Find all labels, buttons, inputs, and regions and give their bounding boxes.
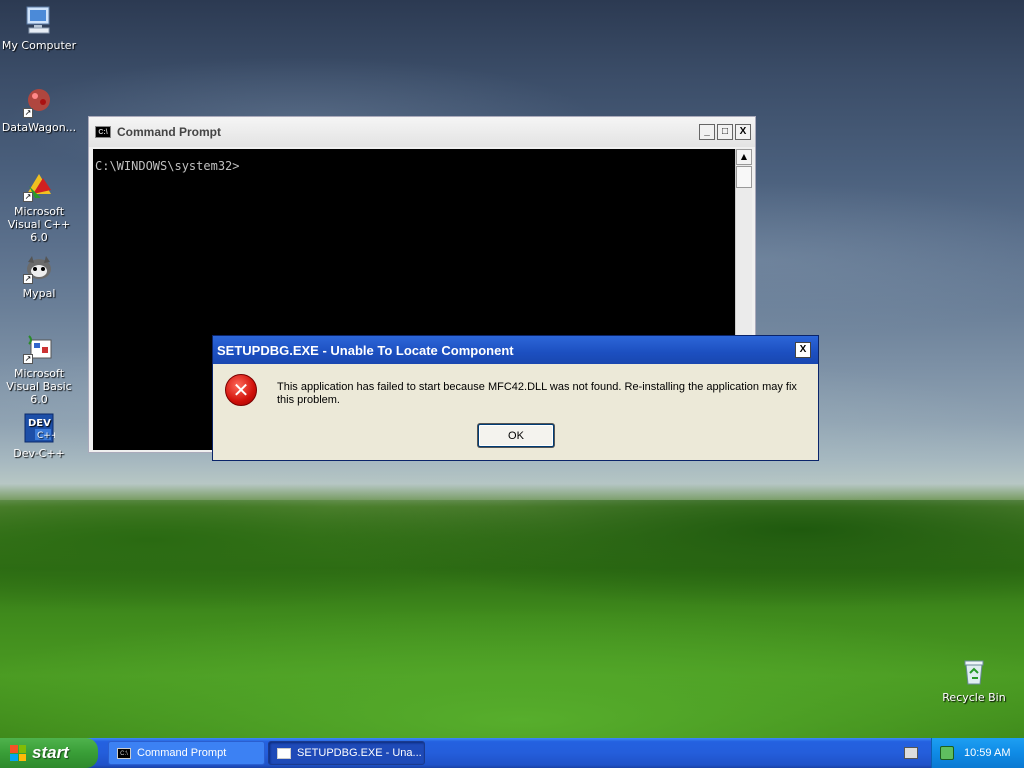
- network-icon[interactable]: [940, 746, 954, 760]
- desktop-icon-recycle-bin[interactable]: Recycle Bin: [935, 656, 1013, 704]
- start-label: start: [32, 743, 69, 762]
- shortcut-arrow-icon: ↗: [23, 274, 33, 284]
- hills-background: [0, 500, 1024, 740]
- maximize-button[interactable]: □: [717, 124, 733, 140]
- recycle-bin-icon: [958, 656, 990, 688]
- desktop-icon-devcpp[interactable]: DEV C++ Dev-C++: [0, 412, 78, 460]
- error-dialog-title-bar[interactable]: SETUPDBG.EXE - Unable To Locate Componen…: [213, 336, 818, 364]
- start-button[interactable]: start: [0, 738, 98, 768]
- shortcut-arrow-icon: ↗: [23, 354, 33, 364]
- windows-logo-icon: [10, 745, 26, 761]
- visual-basic-icon: ↗: [23, 332, 55, 364]
- desktop-icon-label: Recycle Bin: [942, 691, 1006, 704]
- desktop-icon-label: My Computer: [1, 39, 77, 52]
- keyboard-icon[interactable]: [904, 747, 918, 759]
- taskbar: start C:\ Command Prompt SETUPDBG.EXE - …: [0, 738, 1024, 768]
- error-title-buttons: X: [795, 342, 814, 358]
- desktop-icon-mypal[interactable]: ↗ Mypal: [0, 252, 78, 300]
- desktop-icon-label: Microsoft Visual Basic 6.0: [6, 367, 72, 406]
- scroll-up-icon[interactable]: ▲: [736, 149, 752, 165]
- desktop-icon-label: Dev-C++: [13, 447, 65, 460]
- scroll-thumb[interactable]: [736, 166, 752, 188]
- error-icon: ✕: [225, 374, 257, 406]
- ok-button[interactable]: OK: [478, 424, 554, 447]
- visual-cpp-icon: ↗: [23, 170, 55, 202]
- cmd-title-buttons: _ □ X: [699, 124, 751, 140]
- desktop-icon-label: Mypal: [22, 287, 56, 300]
- console-prompt: C:\WINDOWS\system32>: [95, 159, 240, 173]
- close-button[interactable]: X: [795, 342, 811, 358]
- taskbar-button-label: SETUPDBG.EXE - Una...: [297, 747, 422, 759]
- clock[interactable]: 10:59 AM: [964, 747, 1010, 759]
- cmd-taskbar-icon: C:\: [117, 747, 131, 759]
- computer-icon: [23, 4, 55, 36]
- system-tray: 10:59 AM: [931, 738, 1024, 768]
- shortcut-arrow-icon: ↗: [23, 192, 33, 202]
- desktop-icon-label: DataWagon...: [1, 121, 77, 134]
- cmd-window-title: Command Prompt: [117, 125, 222, 139]
- taskbar-button-command-prompt[interactable]: C:\ Command Prompt: [108, 741, 265, 765]
- cmd-title-bar[interactable]: C:\ Command Prompt _ □ X: [89, 117, 755, 147]
- desktop-icon-label: Microsoft Visual C++ 6.0: [7, 205, 71, 244]
- error-dialog-title: SETUPDBG.EXE - Unable To Locate Componen…: [217, 342, 514, 358]
- desktop-icon-visual-cpp[interactable]: ↗ Microsoft Visual C++ 6.0: [0, 170, 78, 244]
- window-taskbar-icon: [277, 747, 291, 759]
- error-dialog-body: ✕ This application has failed to start b…: [213, 364, 818, 460]
- datawagon-icon: ↗: [23, 86, 55, 118]
- desktop-icon-my-computer[interactable]: My Computer: [0, 4, 78, 52]
- taskbar-button-label: Command Prompt: [137, 747, 227, 759]
- devcpp-icon: DEV C++: [23, 412, 55, 444]
- shortcut-arrow-icon: ↗: [23, 108, 33, 118]
- error-dialog[interactable]: SETUPDBG.EXE - Unable To Locate Componen…: [212, 335, 819, 461]
- cmd-app-icon[interactable]: C:\: [95, 126, 111, 138]
- error-message: This application has failed to start bec…: [277, 381, 797, 406]
- desktop-icon-visual-basic[interactable]: ↗ Microsoft Visual Basic 6.0: [0, 332, 78, 406]
- close-button[interactable]: X: [735, 124, 751, 140]
- minimize-button[interactable]: _: [699, 124, 715, 140]
- desktop-icon-datawagon[interactable]: ↗ DataWagon...: [0, 86, 78, 134]
- taskbar-button-setupdbg[interactable]: SETUPDBG.EXE - Una...: [268, 741, 425, 765]
- mypal-icon: ↗: [23, 252, 55, 284]
- svg-text:C++: C++: [37, 431, 55, 441]
- svg-text:DEV: DEV: [28, 418, 51, 429]
